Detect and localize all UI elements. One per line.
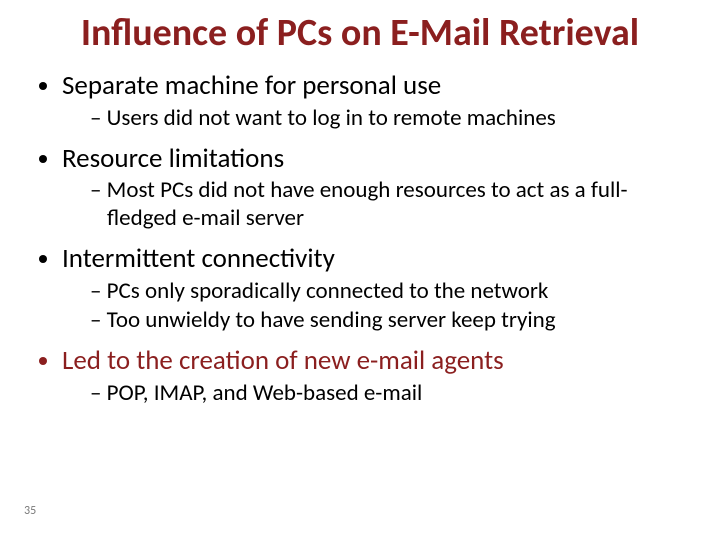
sub-bullet-item: Users did not want to log in to remote m…: [90, 105, 690, 133]
slide-title: Influence of PCs on E-Mail Retrieval: [30, 10, 690, 56]
bullet-item: Led to the creation of new e-mail agents…: [62, 345, 690, 408]
slide: Influence of PCs on E-Mail Retrieval Sep…: [0, 0, 720, 540]
sub-bullet-list: Users did not want to log in to remote m…: [62, 105, 690, 133]
sub-bullet-item: Most PCs did not have enough resources t…: [90, 177, 690, 232]
bullet-item: Intermittent connectivity PCs only spora…: [62, 243, 690, 335]
sub-bullet-list: POP, IMAP, and Web-based e-mail: [62, 380, 690, 408]
bullet-text: Separate machine for personal use: [62, 69, 441, 102]
bullet-list: Separate machine for personal use Users …: [30, 70, 690, 407]
sub-bullet-item: Too unwieldy to have sending server keep…: [90, 307, 690, 335]
bullet-item: Resource limitations Most PCs did not ha…: [62, 143, 690, 233]
sub-bullet-item: PCs only sporadically connected to the n…: [90, 278, 690, 306]
sub-bullet-list: Most PCs did not have enough resources t…: [62, 177, 690, 232]
sub-bullet-list: PCs only sporadically connected to the n…: [62, 278, 690, 335]
bullet-item: Separate machine for personal use Users …: [62, 70, 690, 133]
bullet-text: Intermittent connectivity: [62, 242, 335, 275]
bullet-text: Led to the creation of new e-mail agents: [62, 344, 504, 377]
sub-bullet-item: POP, IMAP, and Web-based e-mail: [90, 380, 690, 408]
page-number: 35: [24, 504, 36, 518]
bullet-text: Resource limitations: [62, 142, 284, 175]
